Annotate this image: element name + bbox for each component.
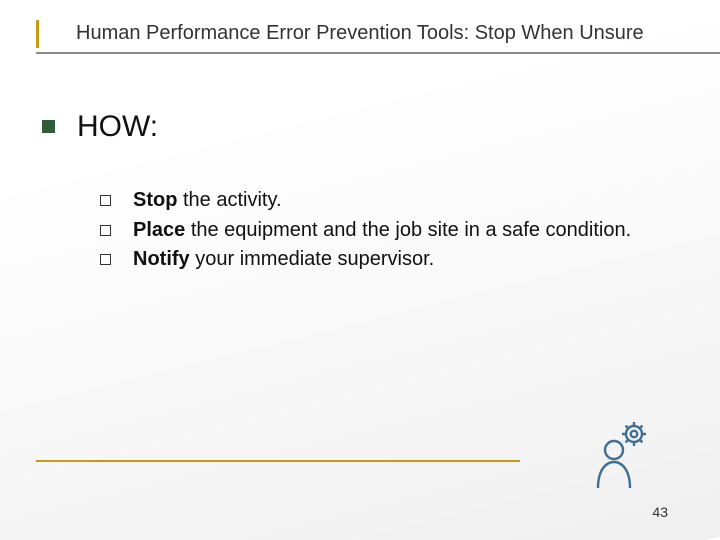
list-item-bold: Notify	[133, 248, 190, 270]
person-gear-icon	[590, 418, 658, 490]
open-square-bullet-icon	[100, 254, 111, 265]
list-item: Stop the activity.	[100, 188, 660, 214]
list-item: Notify your immediate supervisor.	[100, 247, 660, 273]
list-item-rest: the equipment and the job site in a safe…	[185, 219, 631, 241]
list-item-text: Notify your immediate supervisor.	[133, 247, 660, 273]
square-bullet-icon	[42, 120, 55, 133]
list-item-text: Stop the activity.	[133, 188, 660, 214]
open-square-bullet-icon	[100, 225, 111, 236]
list-item-rest: the activity.	[177, 189, 281, 211]
slide-title: Human Performance Error Prevention Tools…	[76, 22, 710, 45]
section-heading: HOW:	[77, 110, 158, 144]
section-row: HOW:	[42, 110, 660, 144]
body-region: HOW: Stop the activity. Place the equipm…	[42, 110, 660, 277]
title-accent-bar	[36, 20, 51, 48]
page-number: 43	[652, 504, 668, 520]
bottom-accent-rule	[36, 460, 520, 462]
open-square-bullet-icon	[100, 195, 111, 206]
list-item-text: Place the equipment and the job site in …	[133, 218, 660, 244]
list-item-rest: your immediate supervisor.	[190, 248, 435, 270]
list-item-bold: Stop	[133, 189, 177, 211]
list-item-bold: Place	[133, 219, 185, 241]
list-item: Place the equipment and the job site in …	[100, 218, 660, 244]
title-underline	[36, 52, 720, 54]
sub-bullet-list: Stop the activity. Place the equipment a…	[100, 188, 660, 273]
